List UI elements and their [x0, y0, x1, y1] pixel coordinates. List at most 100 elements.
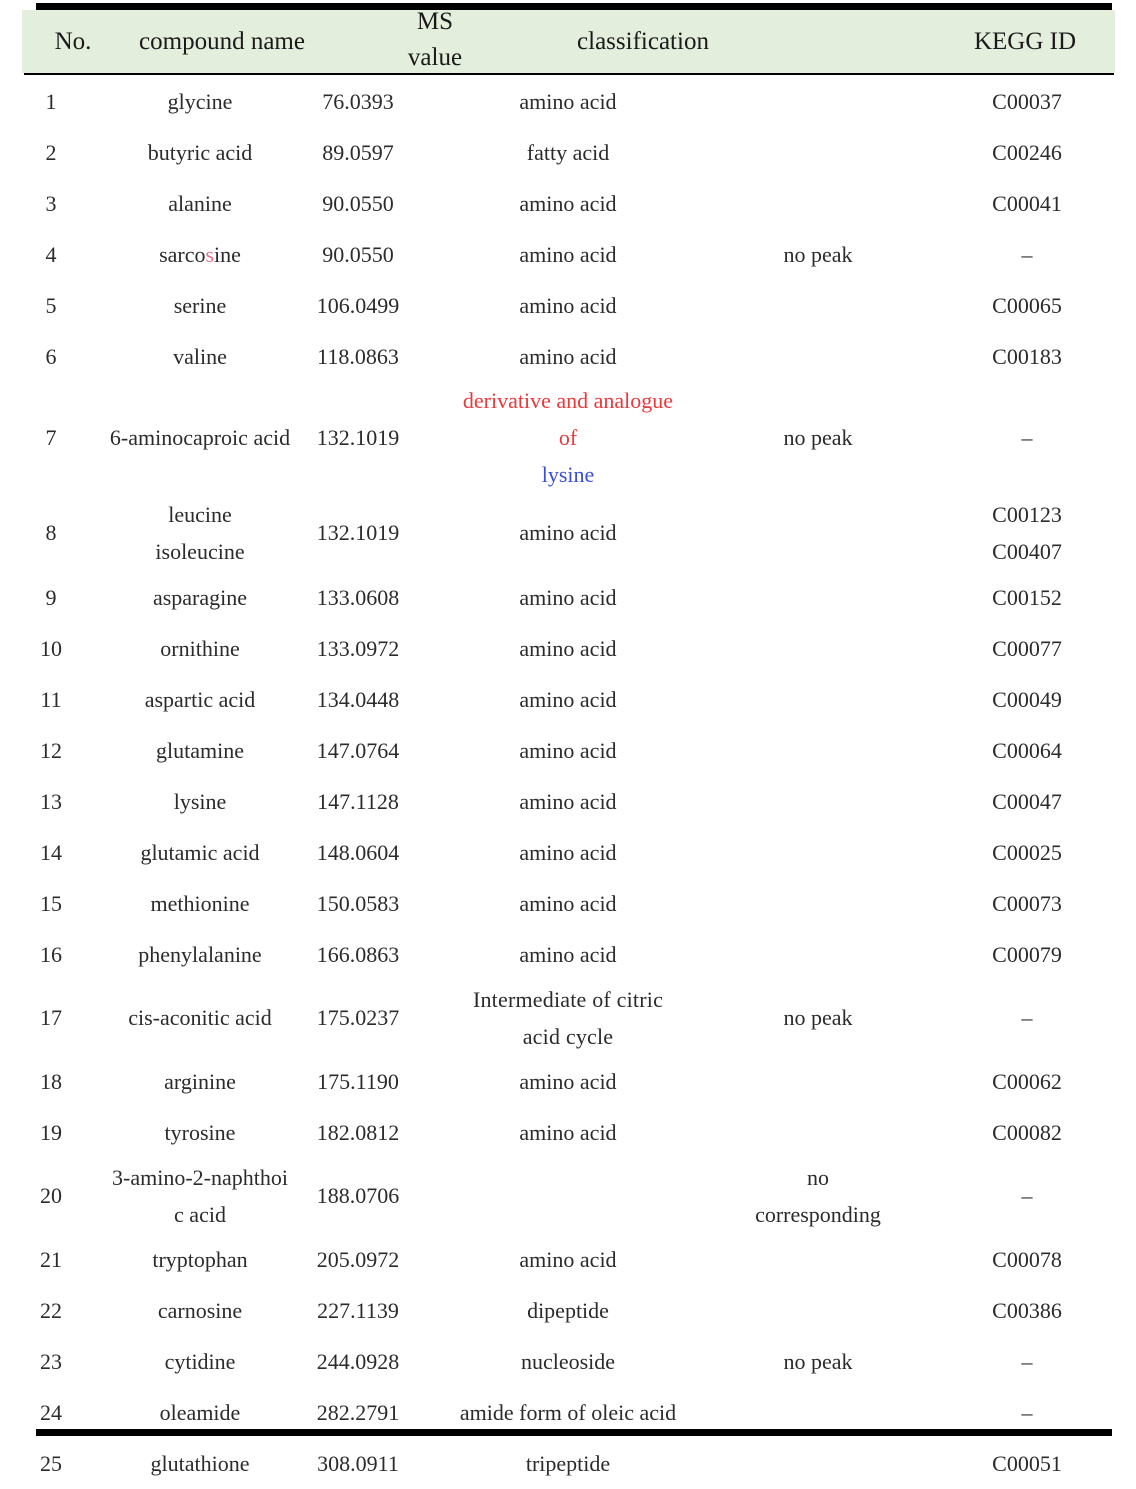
cell-kegg-id: C00041 [992, 190, 1062, 216]
column-header-classification: classification [577, 28, 709, 55]
cell-classification: amino acid [519, 686, 617, 712]
table-row: 12 glutamine 147.0764 amino acid C00064 [0, 725, 1136, 776]
cell-ms-value: 166.0863 [316, 941, 400, 967]
cell-classification: amino acid [519, 737, 617, 763]
cell-kegg-id: C00073 [992, 890, 1062, 916]
table-row: 22 carnosine 227.1139 dipeptide C00386 [0, 1285, 1136, 1336]
cell-no: 21 [40, 1246, 62, 1272]
cell-compound-name: valine [173, 343, 227, 369]
cell-kegg-id: C00025 [992, 839, 1062, 865]
cell-kegg-id: C00123 C00407 [918, 493, 1136, 572]
cell-compound-name: alanine [168, 190, 232, 216]
cell-classification: dipeptide [527, 1297, 609, 1323]
cell-ms-value: 134.0448 [316, 686, 400, 712]
cell-ms-value: 182.0812 [316, 1119, 400, 1145]
cell-no: 17 [40, 1005, 62, 1030]
cell-kegg-id: C00064 [992, 737, 1062, 763]
cell-ms-value: 90.0550 [322, 241, 394, 267]
cell-no: 2 [45, 139, 57, 165]
cell-compound-name: glutamine [156, 737, 244, 763]
cell-classification: amino acid [519, 519, 617, 545]
table-row: 15 methionine 150.0583 amino acid C00073 [0, 878, 1136, 929]
table-row: 10 ornithine 133.0972 amino acid C00077 [0, 623, 1136, 674]
table-row: 8 leucine isoleucine 132.1019 amino acid… [0, 493, 1136, 572]
note-line-1: no [807, 1165, 829, 1190]
table-row: 18 arginine 175.1190 amino acid C00062 [0, 1056, 1136, 1107]
cell-note [718, 1107, 918, 1158]
cell-note [718, 178, 918, 229]
table-row: 16 phenylalanine 166.0863 amino acid C00… [0, 929, 1136, 980]
table-bottom-rule [36, 1429, 1112, 1436]
cell-note [718, 929, 918, 980]
cell-ms-value: 175.0237 [316, 1005, 400, 1030]
cell-no: 18 [40, 1068, 62, 1094]
kegg-id-line-2: C00407 [992, 538, 1062, 564]
cell-classification: fatty acid [526, 139, 610, 165]
cell-no: 13 [40, 788, 62, 814]
cell-kegg-id: C00062 [992, 1068, 1062, 1094]
table-row: 6 valine 118.0863 amino acid C00183 [0, 331, 1136, 382]
cell-compound-name: aspartic acid [144, 686, 256, 712]
cell-note [718, 878, 918, 929]
cell-classification [418, 1158, 718, 1234]
cell-note: no peak [783, 424, 853, 450]
cell-compound-name: butyric acid [147, 139, 253, 165]
table-row: 13 lysine 147.1128 amino acid C00047 [0, 776, 1136, 827]
cell-classification: amino acid [519, 788, 617, 814]
compound-name-line-2: isoleucine [155, 538, 245, 564]
cell-no: 16 [40, 941, 62, 967]
cell-classification: amino acid [519, 941, 617, 967]
cell-kegg-id: C00082 [992, 1119, 1062, 1145]
table-header-bottom-rule [24, 73, 1114, 75]
cell-note [718, 1056, 918, 1107]
cell-ms-value: 244.0928 [316, 1348, 400, 1374]
cell-ms-value: 76.0393 [322, 88, 394, 114]
cell-compound-name: cis-aconitic acid [128, 1005, 272, 1030]
cell-note [718, 776, 918, 827]
cell-compound-name: leucine isoleucine [102, 493, 298, 572]
cell-note [718, 493, 918, 572]
cell-compound-name: tyrosine [164, 1119, 236, 1145]
cell-ms-value: 132.1019 [316, 519, 400, 545]
cell-classification: amino acid [519, 190, 617, 216]
cell-kegg-id: C00065 [992, 292, 1062, 318]
cell-compound-name: lysine [173, 788, 227, 814]
cell-classification: amino acid [519, 1119, 617, 1145]
cell-no: 5 [45, 292, 57, 318]
cell-no: 9 [45, 584, 57, 610]
cell-ms-value: 106.0499 [316, 292, 400, 318]
cell-no: 19 [40, 1119, 62, 1145]
cell-ms-value: 90.0550 [322, 190, 394, 216]
table-row: 11 aspartic acid 134.0448 amino acid C00… [0, 674, 1136, 725]
cell-compound-name: asparagine [152, 584, 248, 610]
cell-note [718, 623, 918, 674]
cell-classification: amino acid [519, 584, 617, 610]
compound-name-highlight: s [205, 241, 215, 267]
classification-line-2: of lysine [541, 425, 595, 487]
cell-kegg-id: – [1021, 1183, 1033, 1208]
classification-line-1: derivative and analogue [462, 388, 674, 413]
cell-ms-value: 227.1139 [317, 1297, 399, 1323]
cell-classification: amino acid [519, 1246, 617, 1272]
compound-name-line-2: c acid [174, 1202, 226, 1227]
cell-note [718, 127, 918, 178]
cell-note: no corresponding [718, 1158, 918, 1234]
cell-no: 1 [45, 88, 57, 114]
cell-ms-value: 175.1190 [317, 1068, 399, 1094]
cell-classification: amino acid [519, 890, 617, 916]
classification-line-1: Intermediate of citric [472, 987, 664, 1012]
classification-line-2: acid cycle [522, 1024, 614, 1049]
cell-classification: amino acid [519, 1068, 617, 1094]
column-header-ms-value-line2: value [407, 44, 463, 71]
cell-no: 20 [40, 1183, 62, 1208]
cell-note [718, 674, 918, 725]
cell-kegg-id: C00079 [992, 941, 1062, 967]
cell-note [718, 76, 918, 127]
cell-classification: Intermediate of citric acid cycle [418, 980, 718, 1056]
cell-kegg-id: C00078 [992, 1246, 1062, 1272]
cell-compound-name: ornithine [160, 635, 240, 661]
column-header-ms-value-line1: MS [416, 8, 454, 35]
cell-kegg-id: C00077 [992, 635, 1062, 661]
cell-ms-value: 133.0972 [316, 635, 400, 661]
cell-note [718, 1285, 918, 1336]
